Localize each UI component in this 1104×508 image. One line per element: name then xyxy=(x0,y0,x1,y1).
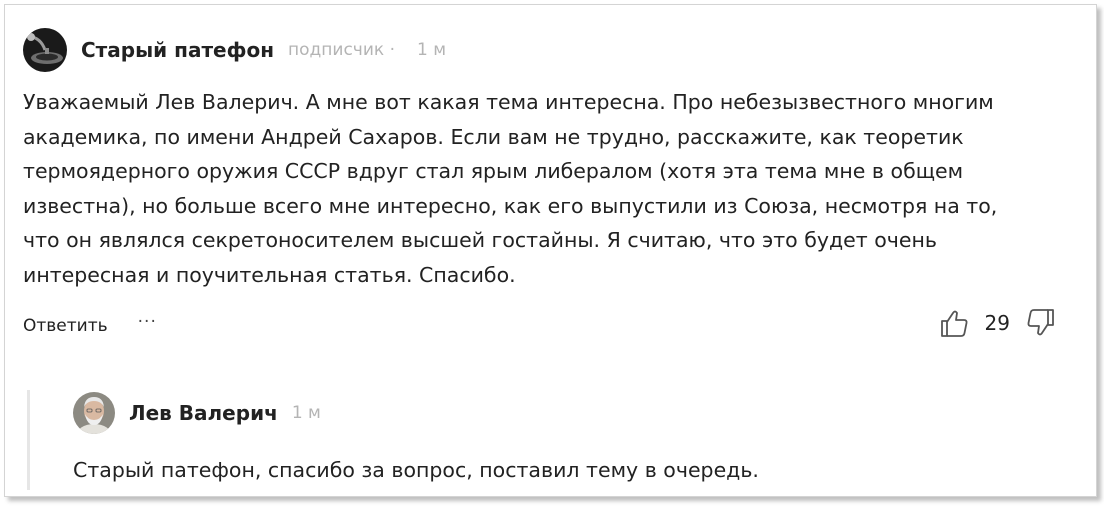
comment-text: Уважаемый Лев Валерич. А мне вот какая т… xyxy=(23,90,998,287)
author-avatar[interactable] xyxy=(23,28,67,72)
reply-time: 1 м xyxy=(291,403,321,423)
author-name[interactable]: Старый патефон xyxy=(81,38,274,62)
reply-text: Старый патефон, спасибо за вопрос, поста… xyxy=(73,458,759,482)
comment-time: 1 м xyxy=(416,40,447,60)
reply-thread-line xyxy=(27,390,30,490)
reply-button[interactable]: Ответить xyxy=(23,316,108,336)
comment-card: Старый патефон подписчик · 1 м Уважаемый… xyxy=(4,4,1097,497)
likes-count: 29 xyxy=(984,311,1010,335)
more-options-button[interactable]: ··· xyxy=(138,312,157,332)
reply-author-avatar[interactable] xyxy=(73,392,115,434)
reply-author-name[interactable]: Лев Валерич xyxy=(129,401,278,425)
vote-controls: 29 xyxy=(937,303,1058,343)
reply-header: Лев Валерич 1 м xyxy=(73,391,321,435)
subscriber-badge: подписчик · xyxy=(288,40,395,60)
thumbs-down-icon[interactable] xyxy=(1024,306,1058,340)
comment-header: Старый патефон подписчик · 1 м xyxy=(23,27,446,73)
thumbs-up-icon[interactable] xyxy=(937,306,971,340)
comment-actions: Ответить ··· xyxy=(23,311,157,341)
